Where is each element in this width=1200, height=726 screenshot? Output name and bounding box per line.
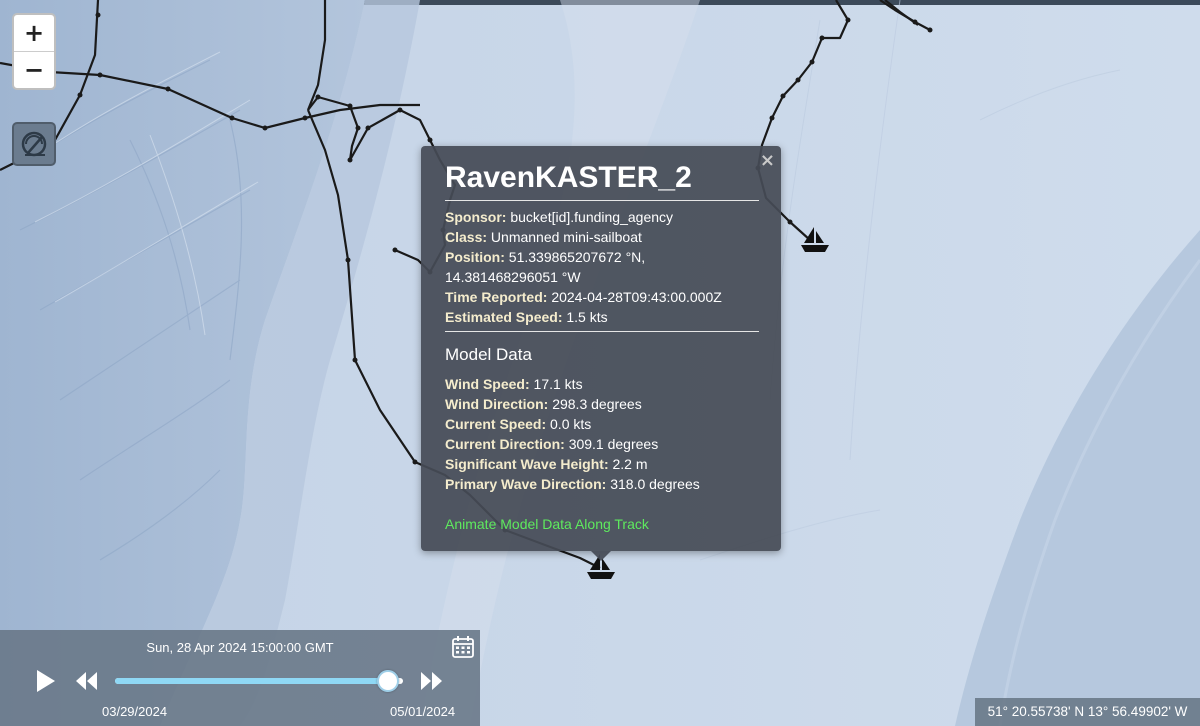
fast-forward-icon[interactable]	[418, 670, 444, 692]
time-slider[interactable]	[115, 670, 403, 692]
layer-toggle-button[interactable]	[12, 122, 56, 166]
info-row-class: Class: Unmanned mini-sailboat	[445, 229, 642, 245]
time-range-start: 03/29/2024	[102, 704, 168, 719]
rewind-icon[interactable]	[74, 670, 100, 692]
model-row-wind-speed: Wind Speed: 17.1 kts	[445, 376, 583, 392]
cursor-coordinates: 51° 20.55738' N 13° 56.49902' W	[975, 698, 1200, 726]
animate-model-link[interactable]: Animate Model Data Along Track	[445, 516, 649, 532]
compass-layer-icon	[21, 131, 47, 157]
popup-close-button[interactable]: ×	[760, 150, 775, 171]
calendar-icon[interactable]	[450, 634, 476, 660]
zoom-control: + −	[12, 13, 56, 90]
sailboat-icon[interactable]	[800, 226, 830, 254]
model-data: Wind Speed: 17.1 kts Wind Direction: 298…	[445, 374, 759, 494]
map-canvas[interactable]: + − × RavenKASTER_2 Sponsor: bucket[id].…	[0, 0, 1200, 726]
play-icon[interactable]	[34, 668, 58, 694]
popup-title: RavenKASTER_2	[445, 160, 759, 201]
time-range-end: 05/01/2024	[390, 704, 456, 719]
info-row-time: Time Reported: 2024-04-28T09:43:00.000Z	[445, 289, 722, 305]
model-row-wind-direction: Wind Direction: 298.3 degrees	[445, 396, 642, 412]
vessel-info: Sponsor: bucket[id].funding_agency Class…	[445, 201, 759, 327]
zoom-in-button[interactable]: +	[14, 15, 54, 51]
model-row-wave-direction: Primary Wave Direction: 318.0 degrees	[445, 476, 700, 492]
info-row-position: Position: 51.339865207672 °N, 14.3814682…	[445, 249, 646, 285]
model-row-wave-height: Significant Wave Height: 2.2 m	[445, 456, 648, 472]
zoom-out-button[interactable]: −	[14, 51, 54, 88]
time-slider-progress	[115, 678, 386, 684]
time-control-panel: Sun, 28 Apr 2024 15:00:00 GMT 03/29/2024…	[0, 630, 480, 726]
model-row-current-direction: Current Direction: 309.1 degrees	[445, 436, 659, 452]
popup-tip	[591, 551, 611, 561]
time-slider-handle[interactable]	[376, 670, 399, 692]
info-row-sponsor: Sponsor: bucket[id].funding_agency	[445, 209, 674, 225]
current-time-label: Sun, 28 Apr 2024 15:00:00 GMT	[146, 640, 334, 655]
popup-divider	[445, 331, 759, 332]
info-row-speed: Estimated Speed: 1.5 kts	[445, 309, 608, 325]
vessel-popup: × RavenKASTER_2 Sponsor: bucket[id].fund…	[421, 146, 781, 561]
model-row-current-speed: Current Speed: 0.0 kts	[445, 416, 592, 432]
model-data-title: Model Data	[445, 345, 532, 364]
